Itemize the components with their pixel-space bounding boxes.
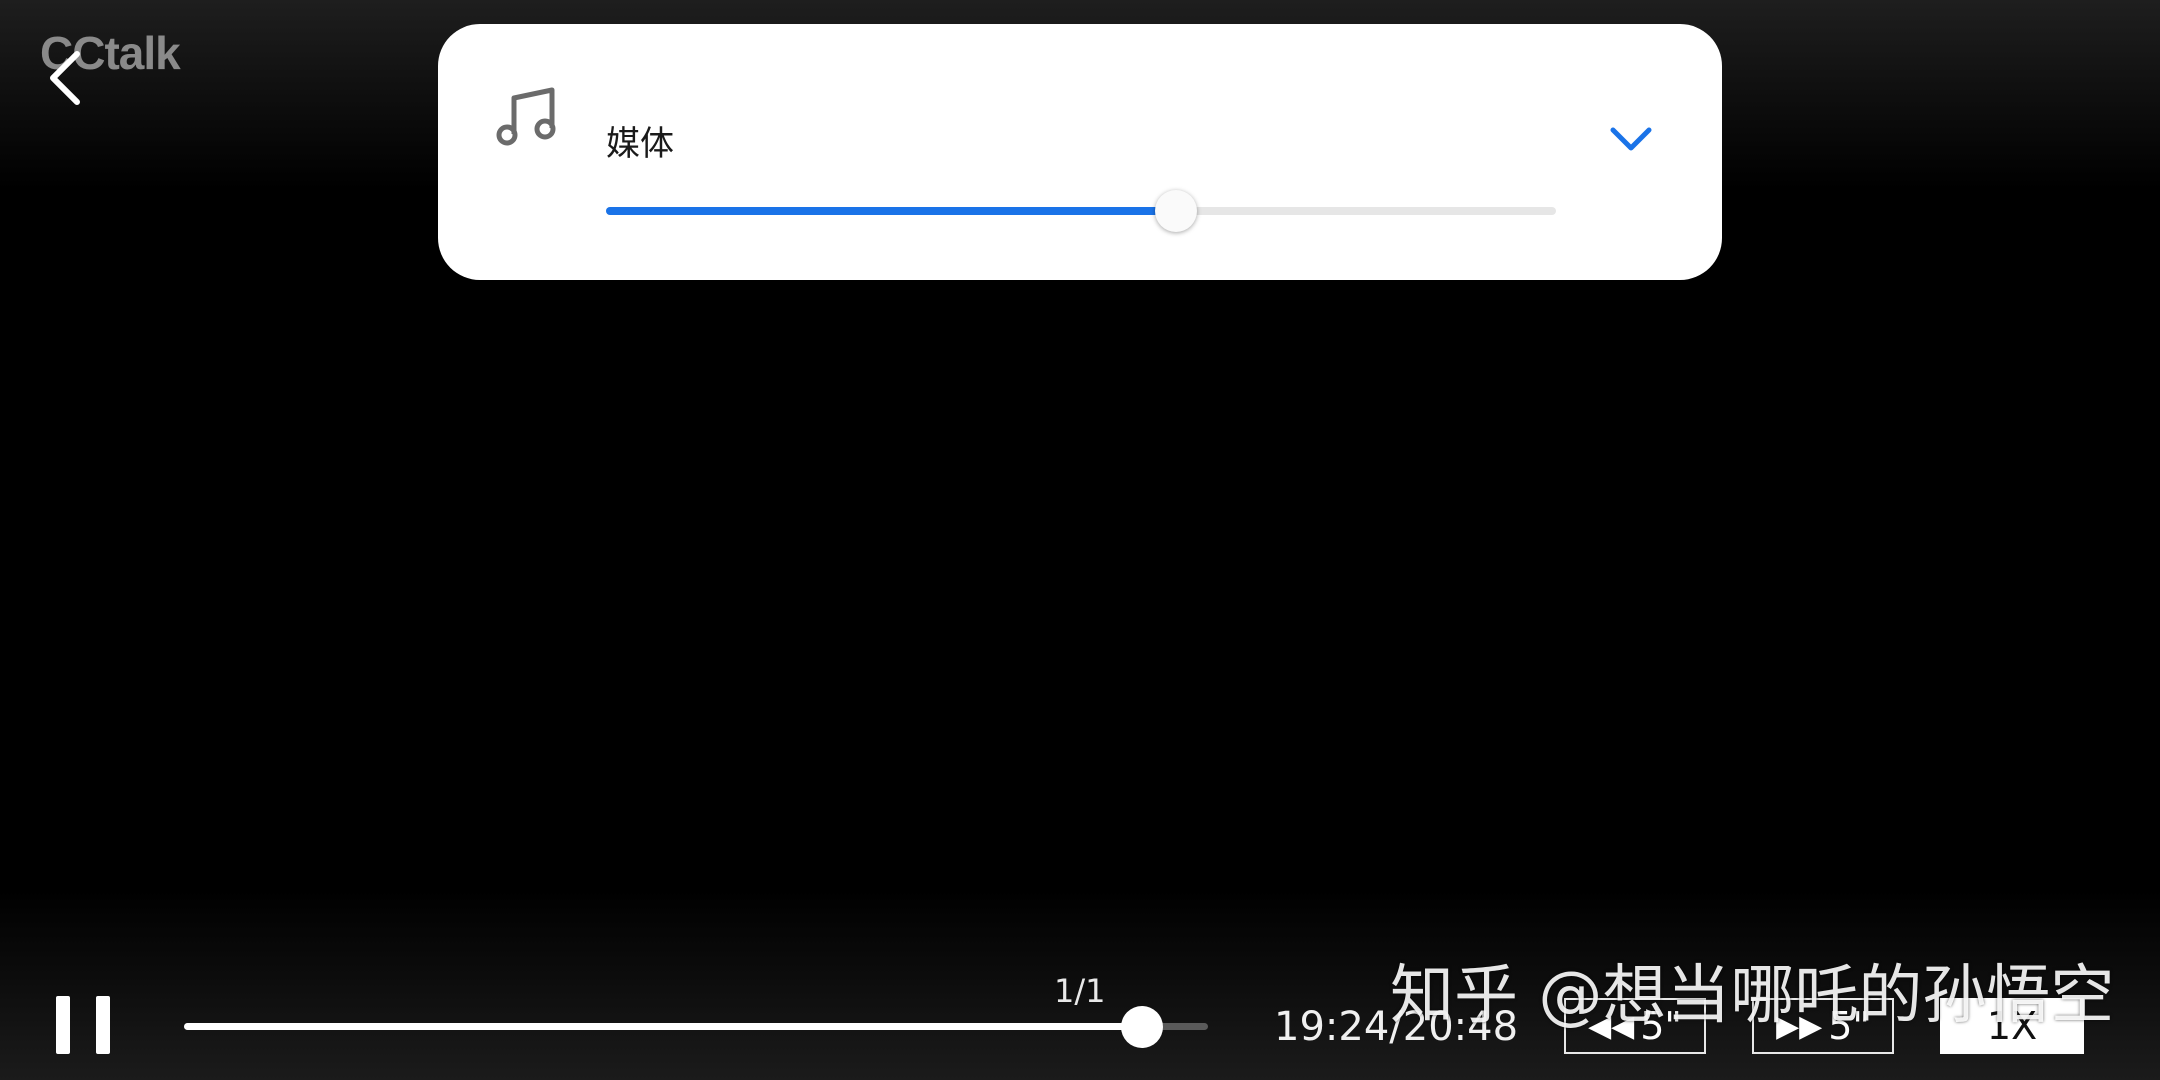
- chevron-left-icon: [50, 51, 80, 105]
- page-indicator: 1/1: [1054, 972, 1106, 1010]
- pause-button[interactable]: [56, 996, 110, 1054]
- video-player-screen: CCtalk 媒体 1/1 19:24/20:48 ◀◀ 5" ▶▶ 5" 1X…: [0, 0, 2160, 1080]
- pause-icon-bar: [96, 996, 110, 1054]
- watermark: 知乎 @想当哪吒的孙悟空: [1390, 959, 2115, 1033]
- progress-thumb[interactable]: [1121, 1006, 1164, 1048]
- volume-thumb[interactable]: [1155, 190, 1197, 232]
- pause-icon: [56, 996, 70, 1054]
- back-button[interactable]: [30, 38, 100, 118]
- volume-panel: 媒体: [438, 24, 1722, 280]
- volume-fill: [606, 207, 1176, 215]
- volume-slider[interactable]: [606, 184, 1556, 240]
- volume-stream-label: 媒体: [606, 124, 674, 164]
- collapse-button[interactable]: [1606, 114, 1656, 164]
- chevron-down-icon: [1610, 127, 1652, 151]
- playback-progress-bar[interactable]: [184, 1006, 1208, 1048]
- progress-fill: [184, 1023, 1143, 1030]
- music-note-icon: [496, 84, 560, 150]
